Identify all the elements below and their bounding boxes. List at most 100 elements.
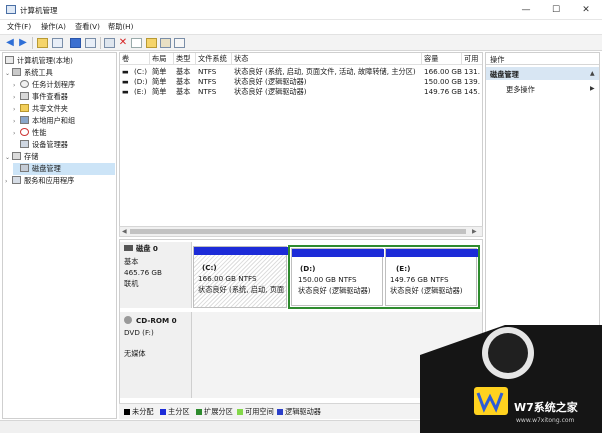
- tree-item-storage[interactable]: ⌄ 存储: [5, 151, 115, 163]
- partition-c[interactable]: (C:) 166.00 GB NTFS 状态良好 (系统, 启动, 页面: [193, 246, 288, 308]
- tree-item-local-users[interactable]: › 本地用户和组: [13, 115, 115, 127]
- legend-label-logical: 逻辑驱动器: [285, 407, 321, 416]
- disk-type: DVD (F:): [124, 328, 154, 337]
- actions-header: 操作: [486, 53, 599, 65]
- scroll-left-icon[interactable]: ◀: [122, 228, 127, 235]
- back-icon[interactable]: ◀: [4, 37, 16, 49]
- column-header-volume[interactable]: 卷: [120, 53, 150, 65]
- watermark-shape: [420, 325, 602, 433]
- show-hide-tree-icon[interactable]: [52, 38, 63, 48]
- toolbar-separator: [100, 37, 101, 49]
- menu-help[interactable]: 帮助(H): [108, 22, 133, 32]
- toolbar: ◀ ▶ ✕: [0, 34, 602, 51]
- column-header-layout[interactable]: 布局: [150, 53, 174, 65]
- partition-e[interactable]: (E:) 149.76 GB NTFS 状态良好 (逻辑驱动器): [385, 248, 478, 306]
- volume-drive-icon: ▬: [122, 77, 129, 86]
- disk-name: CD-ROM 0: [136, 316, 177, 325]
- title-bar: 计算机管理 — ☐ ✕: [0, 0, 602, 20]
- volume-drive-icon: ▬: [122, 87, 129, 96]
- watermark-site: www.w7xitong.com: [516, 417, 575, 424]
- tree-item-performance[interactable]: › 性能: [13, 127, 115, 139]
- column-header-free[interactable]: 可用: [462, 53, 482, 65]
- tools-icon: [12, 68, 21, 76]
- performance-icon: [20, 128, 29, 136]
- legend-swatch-logical: [277, 409, 283, 415]
- window-title: 计算机管理: [20, 6, 58, 15]
- legend-label-free: 可用空间: [245, 407, 274, 416]
- legend-swatch-primary: [160, 409, 166, 415]
- disk-type: 基本: [124, 257, 139, 266]
- forward-icon[interactable]: ▶: [17, 37, 29, 49]
- horizontal-scrollbar[interactable]: ◀ ▶: [119, 226, 483, 237]
- expand-arrow-icon[interactable]: ⌄: [5, 68, 12, 80]
- tree-item-disk-management[interactable]: 磁盘管理: [13, 163, 115, 175]
- cdrom-0-label[interactable]: CD-ROM 0 DVD (F:) 无媒体: [120, 312, 192, 398]
- clock-icon: [20, 80, 29, 88]
- expand-arrow-icon[interactable]: ›: [5, 176, 12, 188]
- partition-size: 149.76 GB NTFS: [390, 275, 449, 284]
- tree-item-system-tools[interactable]: ⌄ 系统工具: [5, 67, 115, 79]
- more-actions-item[interactable]: 更多操作 ▶: [486, 83, 599, 95]
- maximize-button[interactable]: ☐: [542, 2, 570, 18]
- table-row[interactable]: ▬ (E:) 简单 基本 NTFS 状态良好 (逻辑驱动器) 149.76 GB…: [120, 87, 482, 97]
- legend-label-primary: 主分区: [168, 407, 190, 416]
- disk-status: 联机: [124, 279, 139, 288]
- legend-swatch-unallocated: [124, 409, 130, 415]
- menu-bar: 文件(F) 操作(A) 查看(V) 帮助(H): [0, 20, 602, 33]
- users-icon: [20, 116, 29, 124]
- menu-file[interactable]: 文件(F): [7, 22, 31, 32]
- watermark-overlay: W7系统之家 www.w7xitong.com: [420, 325, 602, 433]
- view-icon[interactable]: [174, 38, 185, 48]
- disk-icon: [124, 245, 133, 251]
- partition-size: 150.00 GB NTFS: [298, 275, 357, 284]
- close-button[interactable]: ✕: [572, 2, 600, 18]
- computer-management-icon: [6, 5, 16, 14]
- check-icon[interactable]: [131, 38, 142, 48]
- partition-letter: (E:): [396, 264, 411, 273]
- collapse-arrow-icon[interactable]: ▲: [590, 70, 595, 77]
- column-header-filesystem[interactable]: 文件系统: [196, 53, 232, 65]
- connect-icon[interactable]: [104, 38, 115, 48]
- partition-letter: (D:): [300, 264, 316, 273]
- menu-view[interactable]: 查看(V): [75, 22, 100, 32]
- navigation-tree: 计算机管理(本地) ⌄ 系统工具 › 任务计划程序 › 事件查看器 › 共享文件夹 › 本…: [2, 52, 117, 419]
- actions-section-disk-management[interactable]: 磁盘管理 ▲: [486, 67, 599, 80]
- help-book-icon[interactable]: [160, 38, 171, 48]
- column-header-status[interactable]: 状态: [232, 53, 422, 65]
- disk-name: 磁盘 0: [136, 244, 158, 253]
- partition-bar: [386, 249, 478, 257]
- tree-item-task-scheduler[interactable]: › 任务计划程序: [13, 79, 115, 91]
- scroll-right-icon[interactable]: ▶: [472, 228, 477, 235]
- open-icon[interactable]: [146, 38, 157, 48]
- expand-arrow-icon[interactable]: ⌄: [5, 152, 12, 164]
- event-icon: [20, 92, 29, 100]
- table-row[interactable]: ▬ (D:) 简单 基本 NTFS 状态良好 (逻辑驱动器) 150.00 GB…: [120, 77, 482, 87]
- disk-0-label[interactable]: 磁盘 0 基本 465.76 GB 联机: [120, 242, 192, 308]
- volume-drive-icon: ▬: [122, 67, 129, 76]
- partition-status: 状态良好 (逻辑驱动器): [298, 286, 371, 295]
- column-header-capacity[interactable]: 容量: [422, 53, 462, 65]
- storage-icon: [12, 152, 21, 160]
- delete-icon[interactable]: ✕: [117, 37, 129, 49]
- properties-icon[interactable]: [85, 38, 96, 48]
- cd-icon: [124, 316, 132, 324]
- tree-item-shared-folders[interactable]: › 共享文件夹: [13, 103, 115, 115]
- tree-item-device-manager[interactable]: 设备管理器: [13, 139, 115, 151]
- tree-item-event-viewer[interactable]: › 事件查看器: [13, 91, 115, 103]
- scrollbar-thumb[interactable]: [130, 229, 466, 234]
- tree-item-computer-management[interactable]: 计算机管理(本地): [5, 55, 115, 67]
- minimize-button[interactable]: —: [512, 2, 540, 18]
- help-icon[interactable]: [70, 38, 81, 48]
- disk-icon: [20, 164, 29, 172]
- partition-size: 166.00 GB NTFS: [198, 274, 257, 283]
- tree-item-services-apps[interactable]: › 服务和应用程序: [5, 175, 115, 187]
- up-folder-icon[interactable]: [37, 38, 48, 48]
- legend-label-extended: 扩展分区: [204, 407, 233, 416]
- menu-action[interactable]: 操作(A): [41, 22, 66, 32]
- partition-letter: (C:): [202, 263, 217, 272]
- table-row[interactable]: ▬ (C:) 简单 基本 NTFS 状态良好 (系统, 启动, 页面文件, 活动…: [120, 67, 482, 77]
- toolbar-separator: [32, 37, 33, 49]
- partition-d[interactable]: (D:) 150.00 GB NTFS 状态良好 (逻辑驱动器): [291, 248, 384, 306]
- column-header-type[interactable]: 类型: [174, 53, 196, 65]
- volume-list: 卷 布局 类型 文件系统 状态 容量 可用 ▬ (C:) 简单 基本 NTFS …: [119, 52, 483, 237]
